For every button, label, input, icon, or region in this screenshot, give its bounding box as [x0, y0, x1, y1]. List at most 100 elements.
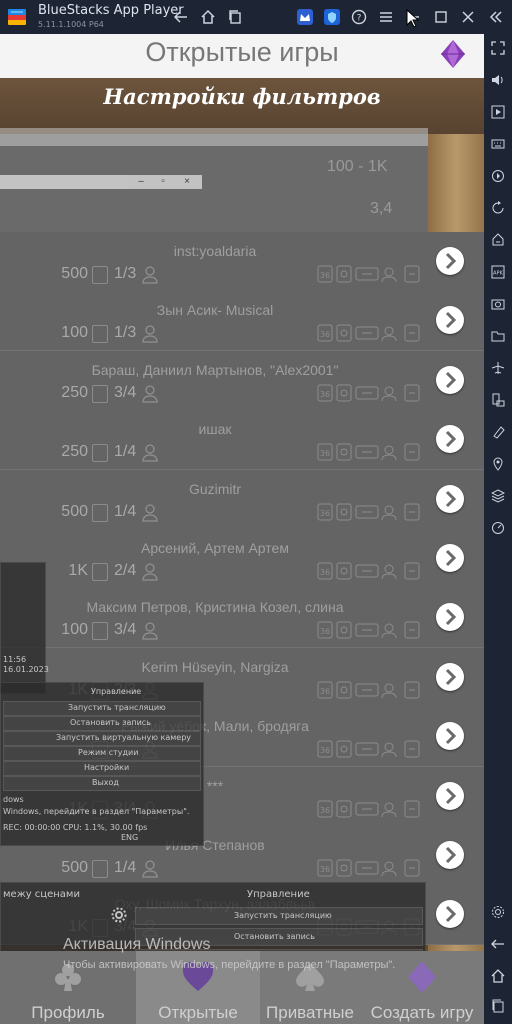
- svg-text:36: 36: [320, 746, 330, 755]
- obs-scene-transition: межу сценами: [3, 889, 80, 900]
- obs-start-stream-button[interactable]: Запустить трансляцию: [3, 701, 201, 716]
- media-folder-button[interactable]: [486, 324, 510, 348]
- chevron-right-icon: [445, 787, 457, 804]
- windows-activation-title: Активация Windows: [63, 936, 211, 953]
- join-game-arrow-button[interactable]: [436, 662, 464, 691]
- chevron-right-icon: [445, 490, 457, 507]
- game-options-icons: 36: [317, 621, 420, 639]
- chevron-right-icon: [445, 431, 457, 448]
- volume-button[interactable]: [486, 68, 510, 92]
- game-options-icons: 36: [317, 859, 420, 877]
- game-seats: 1/4: [114, 443, 137, 461]
- keyboard-button[interactable]: [486, 132, 510, 156]
- obs-exit-button[interactable]: Выход: [3, 776, 201, 791]
- hamburger-menu-icon: [380, 12, 392, 22]
- collapse-sidebar-button[interactable]: [484, 5, 508, 29]
- screen-record-button[interactable]: [486, 100, 510, 124]
- sync-icon: [492, 201, 504, 214]
- game-seats: 1/4: [114, 859, 137, 876]
- fullscreen-button[interactable]: [486, 36, 510, 60]
- install-apk-button[interactable]: APK: [486, 260, 510, 284]
- svg-text:36: 36: [320, 627, 330, 636]
- minimize-button[interactable]: [402, 5, 426, 29]
- obs-controls-title: Управление: [91, 687, 142, 696]
- join-game-arrow-button[interactable]: [436, 781, 464, 810]
- game-players-names: Зын Асик- Musical: [156, 302, 274, 319]
- tool-sidebar: APK: [484, 34, 512, 1024]
- points-button[interactable]: [320, 5, 344, 29]
- obs-studio-mode-button[interactable]: Режим студии: [3, 746, 201, 761]
- menu-button[interactable]: [374, 5, 398, 29]
- svg-text:APK: APK: [493, 271, 503, 277]
- game-row[interactable]: Guzimitr 500 1/4 36: [0, 469, 484, 530]
- recent-apps-icon: [492, 999, 504, 1013]
- game-row[interactable]: ишак 250 1/4 36: [0, 410, 484, 471]
- layers-button[interactable]: [486, 484, 510, 508]
- game-center-button[interactable]: [293, 5, 317, 29]
- obs-lang: ENG: [121, 833, 139, 842]
- back-button[interactable]: [169, 5, 193, 29]
- help-icon: ?: [351, 9, 367, 25]
- purple-gem-icon[interactable]: [440, 39, 466, 69]
- obs-settings-button[interactable]: Настройки: [3, 761, 201, 776]
- game-seats: 1/3: [114, 265, 137, 282]
- obs-gear-icon[interactable]: [111, 907, 127, 923]
- game-row[interactable]: Зын Асик- Musical 100 1/3 36: [0, 291, 484, 352]
- game-row[interactable]: Арсений, Артем Артем 1K 2/4 36: [0, 529, 484, 589]
- filters-header: Настройки фильтров: [0, 78, 484, 134]
- location-button[interactable]: [486, 452, 510, 476]
- android-back-button[interactable]: [486, 932, 510, 956]
- bluestacks-logo-icon: [8, 9, 26, 25]
- macro-button[interactable]: [486, 164, 510, 188]
- diamond-icon: [408, 961, 436, 993]
- close-button[interactable]: [456, 5, 480, 29]
- speed-button[interactable]: [486, 516, 510, 540]
- eco-mode-button[interactable]: [486, 420, 510, 444]
- game-stake: 500: [61, 502, 88, 520]
- home-button[interactable]: [196, 5, 220, 29]
- svg-text:36: 36: [320, 568, 330, 577]
- game-row[interactable]: inst:yoaldaria 500 1/3 36: [0, 232, 484, 292]
- screenshot-button[interactable]: [486, 292, 510, 316]
- performance-button[interactable]: [486, 228, 510, 252]
- game-players-names: Guzimitr: [188, 480, 242, 497]
- multi-instance-button[interactable]: [223, 5, 247, 29]
- deck-icon: [92, 444, 108, 463]
- obs-start-stream-button-2[interactable]: Запустить трансляцию: [135, 907, 423, 925]
- gauge-icon: [492, 522, 504, 534]
- join-game-arrow-button[interactable]: [436, 722, 464, 751]
- settings-button[interactable]: [486, 900, 510, 924]
- ghost-minimize-icon: –: [138, 176, 144, 187]
- game-seats: 1/3: [114, 324, 137, 342]
- game-options-icons: 36: [317, 681, 420, 699]
- join-game-arrow-button[interactable]: [436, 247, 464, 275]
- maximize-button[interactable]: [429, 5, 453, 29]
- join-game-arrow-button[interactable]: [436, 306, 464, 335]
- join-game-arrow-button[interactable]: [436, 603, 464, 632]
- join-game-arrow-button[interactable]: [436, 365, 464, 394]
- game-options-icons: 36: [317, 324, 420, 342]
- tab-private-label: Приватные: [266, 1003, 354, 1022]
- svg-text:36: 36: [320, 271, 330, 280]
- person-icon: [142, 860, 158, 878]
- sync-button[interactable]: [486, 196, 510, 220]
- obs-stop-record-button[interactable]: Остановить запись: [3, 716, 201, 731]
- android-home-button[interactable]: [486, 964, 510, 988]
- game-row[interactable]: Бараш, Даниил Мартынов, "Alex2001" 250 3/4…: [0, 350, 484, 411]
- app-screen: Открытые игры Настройки фильтров 100 - 1…: [0, 34, 484, 1024]
- chevron-right-icon: [445, 846, 457, 864]
- chevron-right-icon: [445, 549, 457, 567]
- join-game-arrow-button[interactable]: [436, 484, 464, 513]
- join-game-arrow-button[interactable]: [436, 841, 464, 869]
- join-game-arrow-button[interactable]: [436, 900, 464, 929]
- ghost-window-bar: [0, 128, 428, 146]
- help-button[interactable]: ?: [347, 5, 371, 29]
- airplane-mode-button[interactable]: [486, 356, 510, 380]
- obs-windows-word: dows: [3, 795, 24, 804]
- rotate-button[interactable]: [486, 388, 510, 412]
- recent-apps-button[interactable]: [486, 994, 510, 1018]
- game-row[interactable]: Максим Петров, Кристина Козел, слина 100 3…: [0, 588, 484, 649]
- join-game-arrow-button[interactable]: [436, 544, 464, 572]
- join-game-arrow-button[interactable]: [436, 425, 464, 454]
- obs-virtualcam-button[interactable]: Запустить виртуальную камеру: [3, 731, 201, 746]
